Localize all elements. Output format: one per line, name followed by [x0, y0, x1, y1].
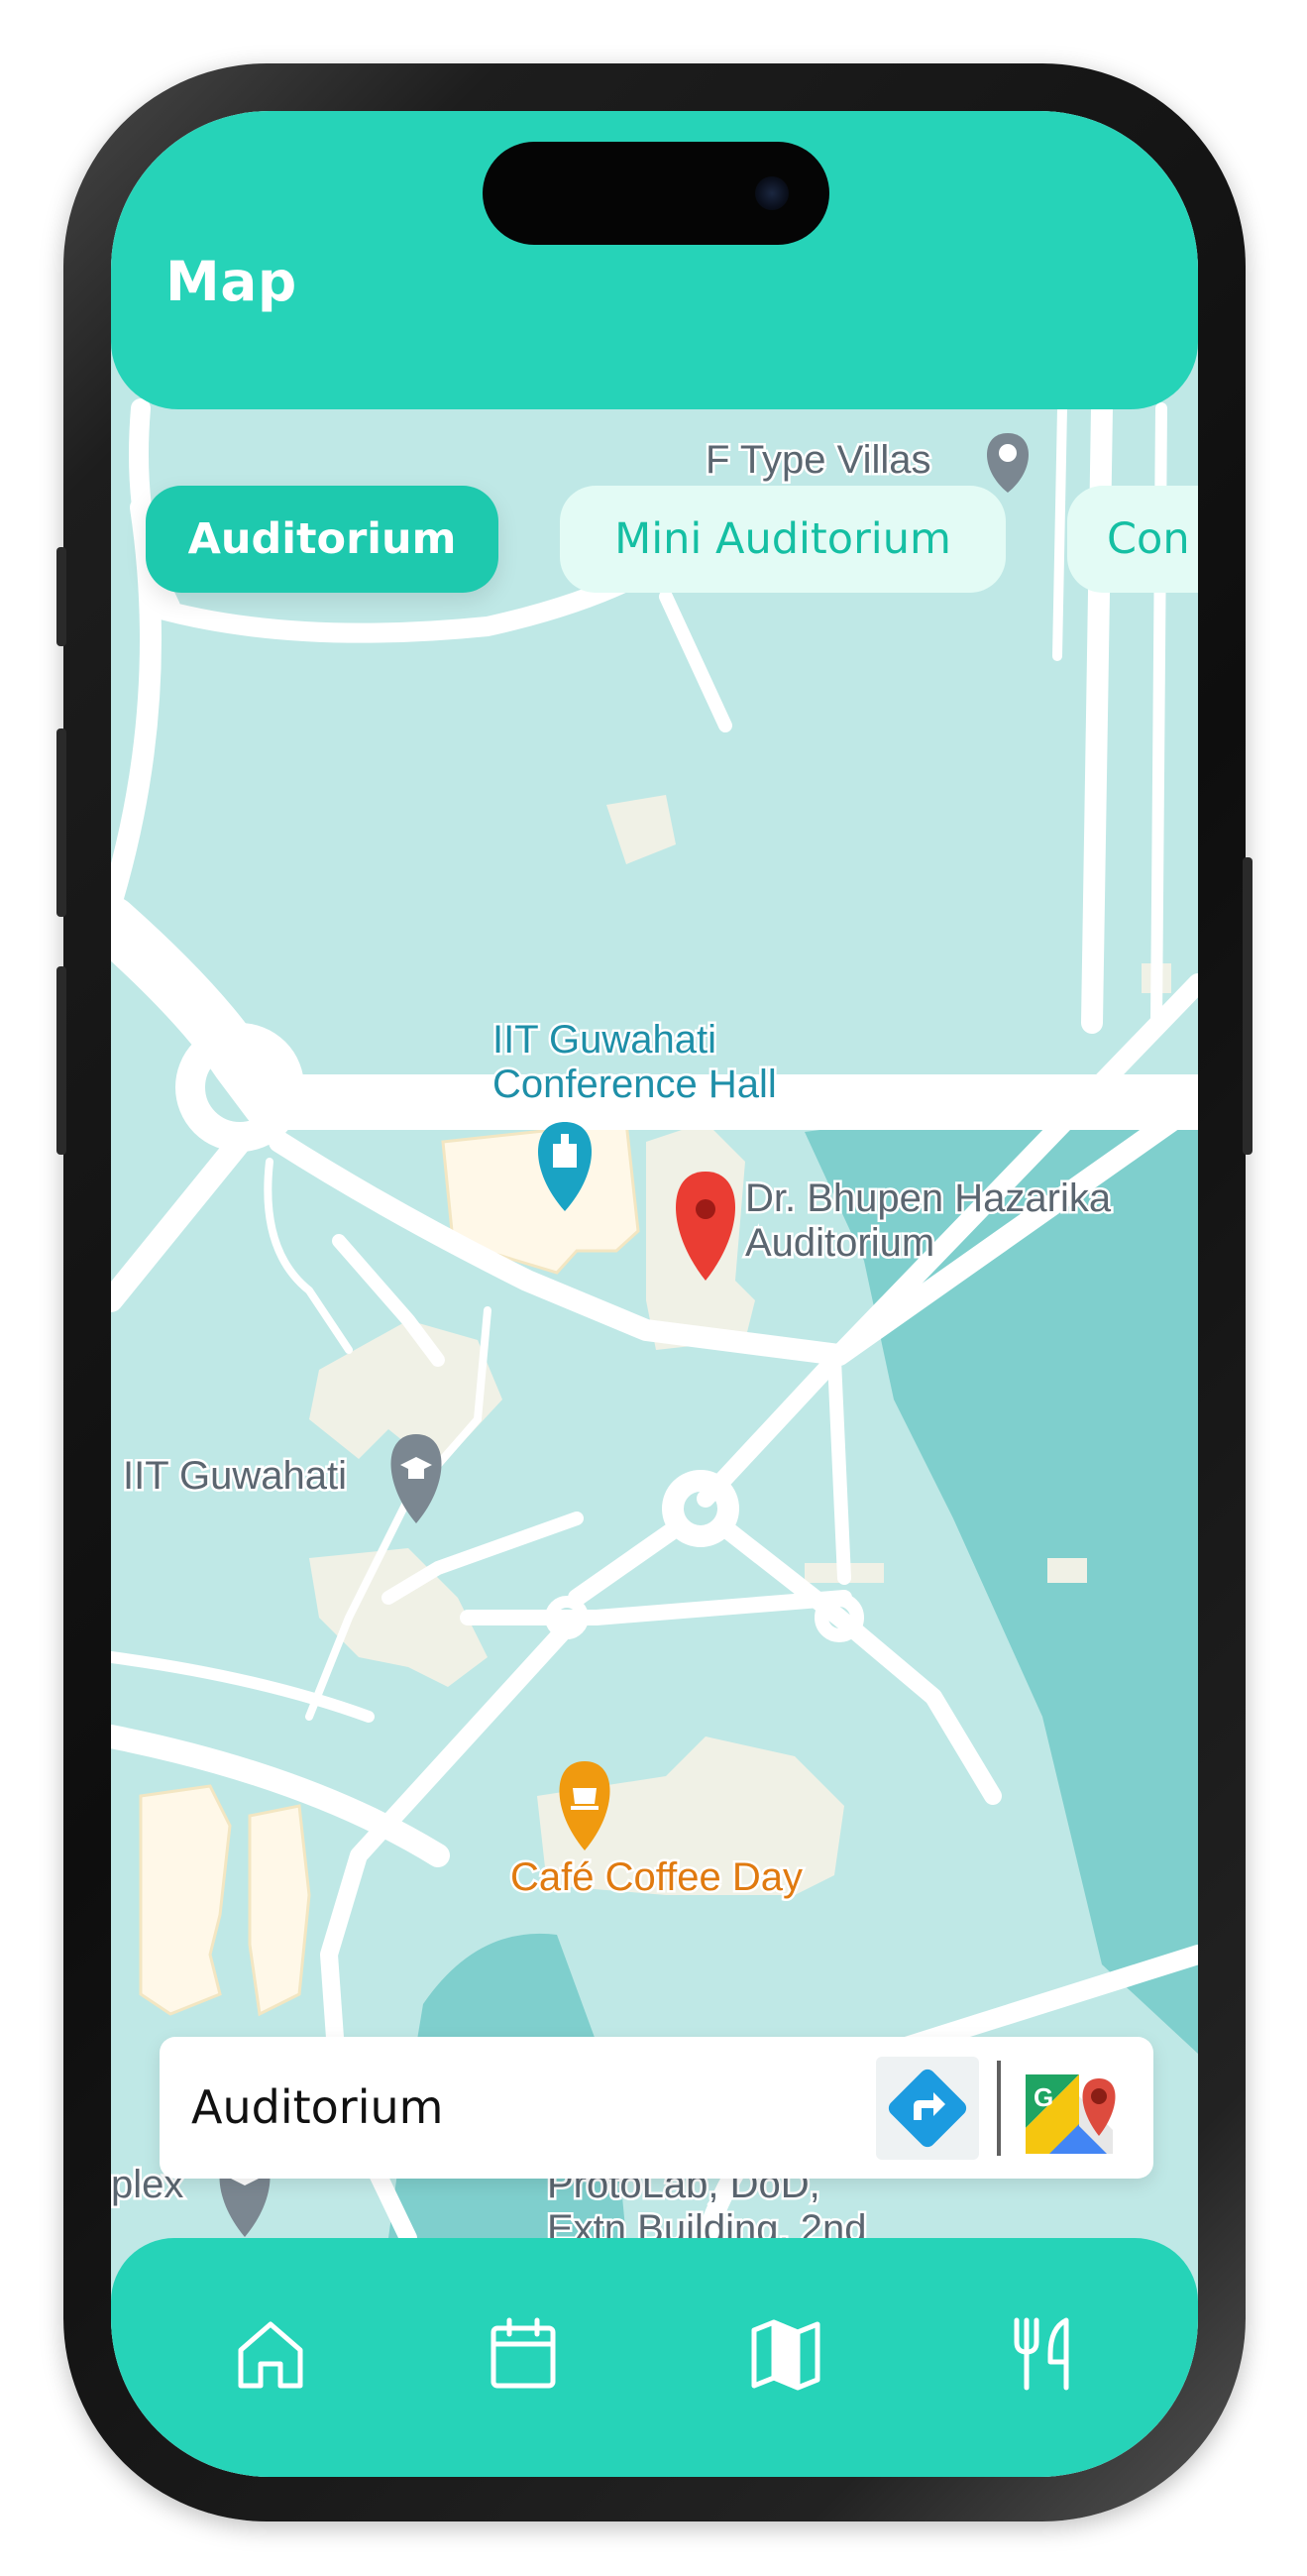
app-header: Map	[111, 111, 1198, 409]
front-camera	[755, 176, 789, 210]
page-title: Map	[165, 250, 297, 313]
directions-icon	[888, 2069, 967, 2148]
nav-food[interactable]	[1003, 2314, 1082, 2394]
location-name: Auditorium	[191, 2080, 444, 2134]
nav-home[interactable]	[231, 2314, 310, 2394]
svg-text:Conference Hall: Conference Hall	[492, 1063, 777, 1106]
nav-calendar[interactable]	[484, 2314, 563, 2394]
power-button	[1243, 857, 1253, 1155]
svg-text:F Type Villas: F Type Villas	[706, 438, 931, 482]
nav-map[interactable]	[746, 2314, 825, 2394]
home-icon	[238, 2321, 303, 2389]
food-icon	[1014, 2317, 1069, 2391]
open-in-google-maps-button[interactable]: G	[1020, 2057, 1123, 2160]
calendar-icon	[490, 2317, 556, 2389]
chip-auditorium[interactable]: Auditorium	[146, 486, 498, 593]
svg-text:Auditorium: Auditorium	[745, 1221, 934, 1265]
map-icon	[751, 2319, 820, 2391]
svg-text:Dr. Bhupen Hazarika: Dr. Bhupen Hazarika	[745, 1176, 1112, 1220]
chip-mini-auditorium[interactable]: Mini Auditorium	[560, 486, 1006, 593]
volume-down-button	[56, 966, 66, 1155]
location-card: Auditorium G	[160, 2037, 1153, 2179]
svg-text:Café Coffee Day: Café Coffee Day	[510, 1855, 803, 1899]
svg-text:G: G	[1034, 2082, 1053, 2112]
card-divider	[997, 2061, 1001, 2156]
svg-text:IIT Guwahati: IIT Guwahati	[492, 1018, 716, 1062]
action-button	[56, 547, 66, 646]
bottom-navigation	[111, 2238, 1198, 2477]
chip-conference[interactable]: Con	[1067, 486, 1198, 593]
volume-up-button	[56, 728, 66, 917]
app-screen: F Type Villas IIT Guwahati Conference Ha…	[111, 111, 1198, 2477]
category-chips: Auditorium Mini Auditorium Con	[111, 486, 1198, 595]
google-maps-icon: G	[1026, 2074, 1116, 2154]
directions-button[interactable]	[876, 2057, 979, 2160]
svg-text:IIT Guwahati: IIT Guwahati	[123, 1454, 347, 1498]
